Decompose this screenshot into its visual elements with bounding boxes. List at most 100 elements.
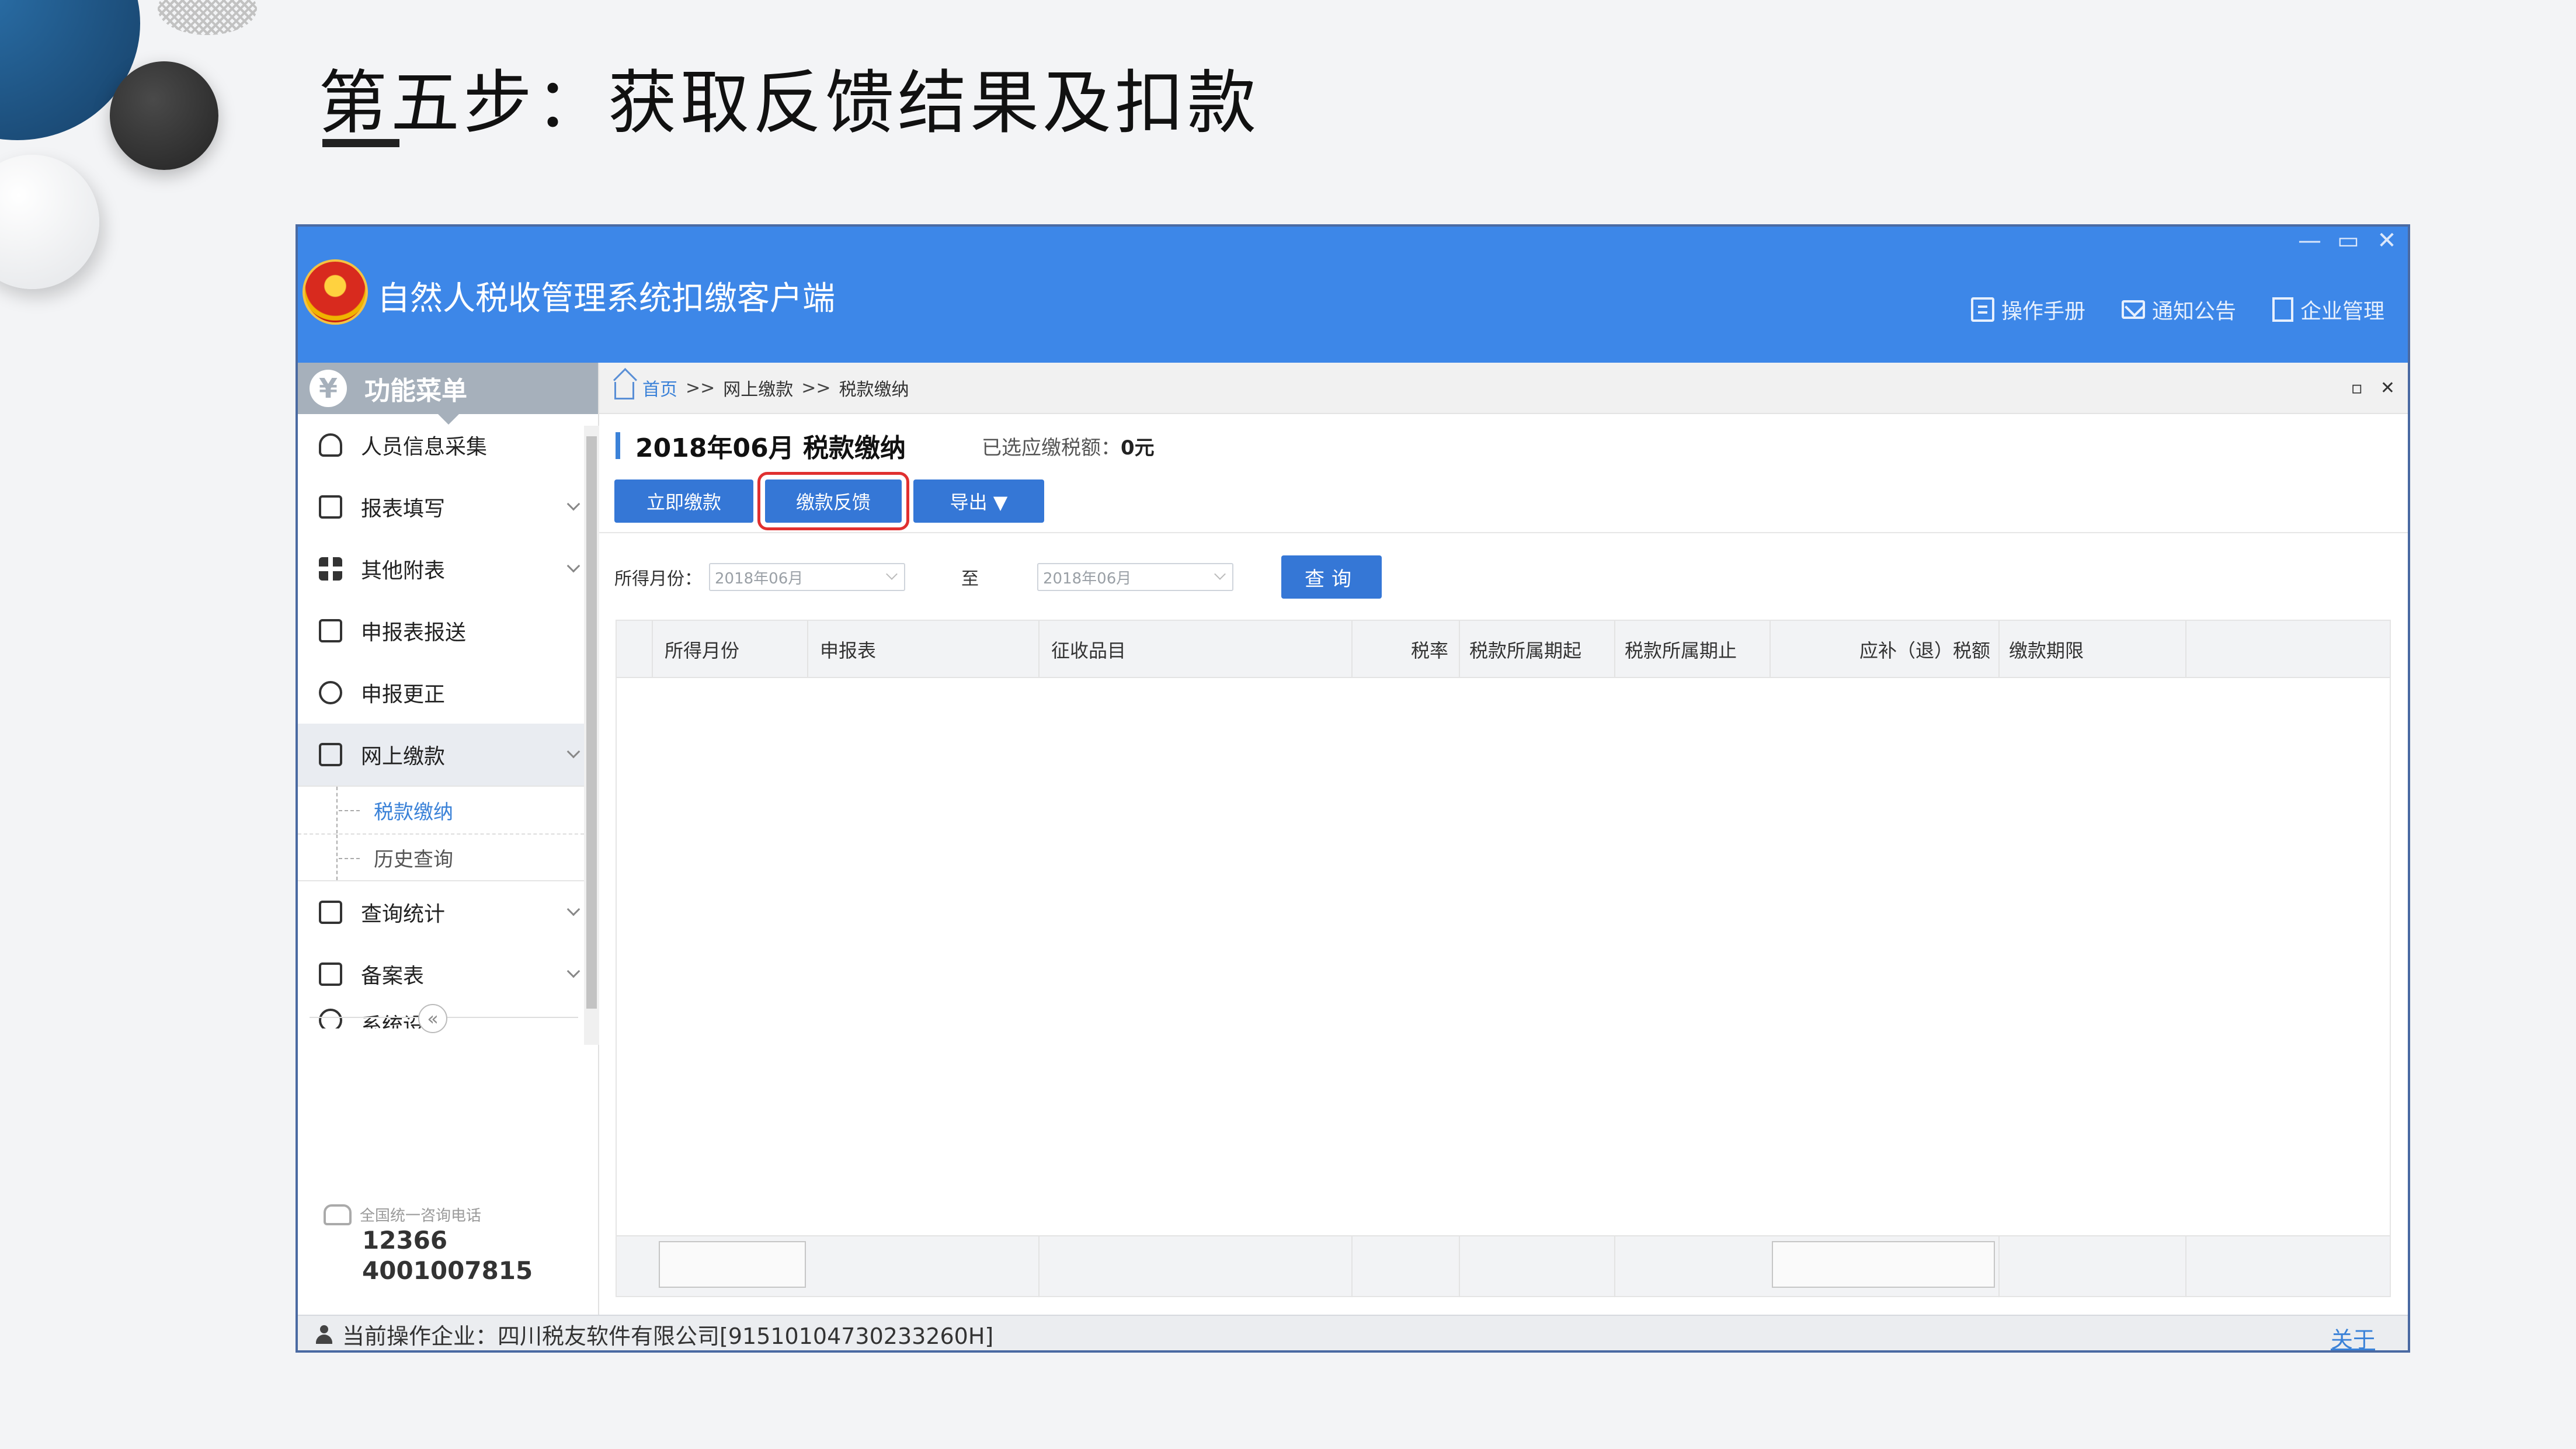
- column-divider: [1770, 621, 1771, 678]
- sidebar-item-statistics[interactable]: 查询统计: [298, 881, 584, 943]
- page-header: 2018年06月 税款缴纳 已选应缴税额：0元: [616, 427, 1155, 464]
- sidebar-item-online-payment[interactable]: 网上缴款: [298, 724, 584, 786]
- tab-close-button[interactable]: ✕: [2380, 378, 2395, 398]
- payment-feedback-button[interactable]: 缴款反馈: [757, 472, 909, 530]
- selected-amount-value: 0元: [1121, 436, 1155, 460]
- column-divider: [1038, 621, 1040, 678]
- title-bar: 自然人税收管理系统扣缴客户端 — ▭ ✕ 操作手册 通知公告 企业管理: [298, 227, 2408, 363]
- person-icon: [319, 433, 342, 457]
- mail-icon: [2121, 300, 2145, 319]
- column-header[interactable]: 应补（退）税额: [1859, 621, 1990, 678]
- close-button[interactable]: ✕: [2374, 229, 2400, 252]
- national-emblem-icon: [303, 259, 368, 325]
- column-divider: [1998, 1236, 2000, 1297]
- payment-table: 所得月份 申报表 征收品目 税率 税款所属期起 税款所属期止 应补（退）税额 缴…: [616, 620, 2391, 1297]
- chevron-down-icon: [566, 964, 580, 978]
- to-label: 至: [961, 569, 979, 589]
- company-management-link[interactable]: 企业管理: [2272, 294, 2384, 325]
- end-month-select[interactable]: 2018年06月: [1037, 563, 1233, 591]
- chevron-down-icon: [566, 497, 580, 511]
- breadcrumb-level1: 网上缴款: [723, 380, 794, 400]
- sidebar-subitem-tax-payment[interactable]: 税款缴纳: [298, 787, 584, 833]
- sidebar-item-filing[interactable]: 备案表: [298, 943, 584, 1005]
- column-divider: [1998, 621, 2000, 678]
- home-icon: [614, 382, 634, 399]
- sidebar-item-label: 申报更正: [361, 683, 446, 707]
- sidebar-item-label: 备案表: [361, 964, 425, 988]
- column-header[interactable]: 税率: [1411, 621, 1448, 678]
- table-header: 所得月份 申报表 征收品目 税率 税款所属期起 税款所属期止 应补（退）税额 缴…: [617, 621, 2390, 678]
- column-header[interactable]: 所得月份: [665, 621, 739, 678]
- column-header[interactable]: 征收品目: [1051, 621, 1126, 678]
- window-controls: — ▭ ✕: [2297, 229, 2400, 252]
- column-divider: [1351, 1236, 1353, 1297]
- column-header[interactable]: 缴款期限: [2009, 621, 2084, 678]
- chevron-down-icon: [566, 902, 580, 916]
- slide-title: 第五步：获取反馈结果及扣款: [318, 62, 1260, 143]
- selected-amount: 已选应缴税额：0元: [982, 432, 1155, 460]
- about-link[interactable]: 关于: [2331, 1322, 2375, 1350]
- column-header[interactable]: 税款所属期起: [1469, 621, 1581, 678]
- sidebar-item-report-fill[interactable]: 报表填写: [298, 476, 584, 538]
- phone-icon: [324, 1204, 352, 1225]
- notice-link[interactable]: 通知公告: [2121, 294, 2236, 325]
- sidebar-item-correction[interactable]: 申报更正: [298, 662, 584, 724]
- report-send-icon: [319, 619, 342, 642]
- chevron-down-icon: [566, 559, 580, 573]
- column-header[interactable]: 税款所属期止: [1625, 621, 1737, 678]
- tab-restore-button[interactable]: ▫: [2351, 378, 2363, 398]
- hotline-label: 全国统一咨询电话: [360, 1207, 482, 1225]
- minimize-button[interactable]: —: [2297, 229, 2323, 252]
- sidebar-item-other-schedules[interactable]: 其他附表: [298, 538, 584, 600]
- manual-link[interactable]: 操作手册: [1970, 294, 2085, 325]
- start-month-select[interactable]: 2018年06月: [709, 563, 905, 591]
- grid-icon: [319, 557, 342, 581]
- export-button[interactable]: 导出 ▼: [913, 479, 1044, 523]
- footer-amount-total-field: [1772, 1241, 1995, 1288]
- column-divider: [1038, 1236, 1040, 1297]
- page-title: 2018年06月 税款缴纳: [635, 433, 906, 463]
- decorative-circle-dark: [110, 61, 218, 170]
- hotline-number: 4001007815: [362, 1256, 533, 1285]
- column-header[interactable]: 申报表: [820, 621, 876, 678]
- stats-search-icon: [319, 901, 342, 924]
- scrollbar-thumb[interactable]: [586, 436, 597, 1009]
- column-divider: [1351, 621, 1353, 678]
- manual-label: 操作手册: [2001, 300, 2085, 324]
- sidebar-item-personnel[interactable]: 人员信息采集: [298, 414, 584, 476]
- header-links: 操作手册 通知公告 企业管理: [1970, 294, 2384, 325]
- hotline-number: 12366: [362, 1226, 448, 1255]
- building-icon: [2272, 297, 2293, 322]
- column-divider: [807, 621, 808, 678]
- sidebar-menu: 人员信息采集 报表填写 其他附表 申报表报送 申报更正 网上缴款 税款缴纳 历史…: [298, 414, 584, 1028]
- edit-icon: [319, 495, 342, 519]
- column-divider: [2185, 621, 2186, 678]
- table-footer: [617, 1235, 2390, 1297]
- sidebar-subitem-history[interactable]: 历史查询: [298, 833, 584, 880]
- sidebar-scrollbar[interactable]: [584, 426, 599, 1045]
- collapse-sidebar-button[interactable]: «: [418, 1004, 447, 1033]
- income-month-label: 所得月份：: [614, 569, 702, 589]
- breadcrumb-level2: 税款缴纳: [839, 380, 909, 400]
- search-icon: [319, 681, 342, 704]
- sidebar-item-label: 申报表报送: [361, 621, 467, 645]
- sidebar-item-label: 网上缴款: [361, 745, 446, 769]
- main-content: 首页 >> 网上缴款 >> 税款缴纳 ▫ ✕ 2018年06月 税款缴纳 已选应…: [599, 363, 2408, 1315]
- column-divider: [1459, 1236, 1460, 1297]
- title-underline: [322, 139, 399, 147]
- sidebar-item-label: 其他附表: [361, 559, 446, 583]
- query-button[interactable]: 查询: [1281, 555, 1382, 599]
- action-buttons: 立即缴款 缴款反馈 导出 ▼: [614, 472, 1044, 530]
- breadcrumb: 首页 >> 网上缴款 >> 税款缴纳 ▫ ✕: [599, 363, 2408, 414]
- maximize-button[interactable]: ▭: [2335, 229, 2361, 252]
- breadcrumb-separator: >>: [686, 377, 715, 398]
- app-window: 自然人税收管理系统扣缴客户端 — ▭ ✕ 操作手册 通知公告 企业管理 ¥ 功能: [296, 224, 2410, 1353]
- pay-now-button[interactable]: 立即缴款: [614, 479, 753, 523]
- yen-icon: ¥: [310, 370, 347, 407]
- decorative-circle-white: [0, 155, 99, 289]
- toolbar-divider: [599, 532, 2408, 533]
- breadcrumb-home[interactable]: 首页: [642, 375, 677, 401]
- gear-icon: [319, 1009, 342, 1028]
- sidebar-item-report-send[interactable]: 申报表报送: [298, 600, 584, 662]
- sidebar-item-label: 人员信息采集: [361, 435, 488, 459]
